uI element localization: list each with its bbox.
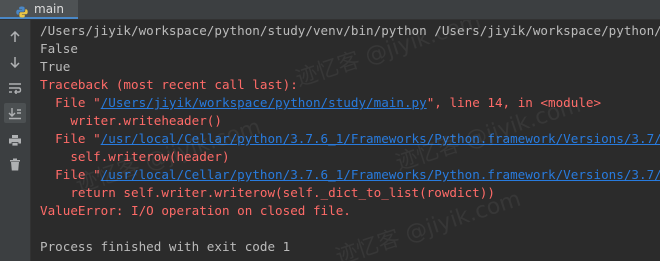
up-arrow-icon — [9, 31, 21, 43]
up-arrow-button[interactable] — [4, 27, 26, 47]
console-output[interactable]: /Users/jiyik/workspace/python/study/venv… — [31, 20, 660, 261]
down-arrow-button[interactable] — [4, 52, 26, 72]
soft-wrap-button[interactable] — [4, 78, 26, 98]
trash-icon — [9, 158, 21, 171]
run-tab-bar: main — [0, 0, 660, 20]
tab-main[interactable]: main — [0, 0, 78, 19]
run-toolbar — [0, 20, 31, 261]
traceback-frame: File "/usr/local/Cellar/python/3.7.6_1/F… — [40, 130, 660, 148]
source-file-link[interactable]: /usr/local/Cellar/python/3.7.6_1/Framewo… — [101, 131, 660, 146]
source-file-link[interactable]: /Users/jiyik/workspace/python/study/main… — [101, 95, 427, 110]
source-file-link[interactable]: /usr/local/Cellar/python/3.7.6_1/Framewo… — [101, 167, 660, 182]
traceback-code-line: self.writerow(header) — [40, 149, 230, 164]
console-line-command: /Users/jiyik/workspace/python/study/venv… — [40, 23, 660, 38]
scroll-to-end-icon — [8, 107, 22, 120]
down-arrow-icon — [9, 56, 21, 68]
frame-suffix: ", line 14, in <module> — [426, 95, 602, 110]
frame-prefix: File " — [40, 167, 101, 182]
soft-wrap-icon — [8, 82, 22, 94]
trash-button[interactable] — [4, 154, 26, 174]
traceback-frame: File "/Users/jiyik/workspace/python/stud… — [40, 94, 601, 112]
traceback-code-line: return self.writer.writerow(self._dict_t… — [40, 185, 495, 200]
print-icon — [8, 134, 22, 147]
error-message: ValueError: I/O operation on closed file… — [40, 203, 351, 218]
python-file-icon — [16, 3, 28, 17]
frame-prefix: File " — [40, 95, 101, 110]
scroll-to-end-button[interactable] — [4, 103, 26, 123]
console-line-stdout: False — [40, 41, 78, 56]
traceback-header: Traceback (most recent call last): — [40, 77, 298, 92]
print-button[interactable] — [4, 130, 26, 150]
run-tool-window: main /Users/jiyik/workspace/python/study… — [0, 0, 660, 261]
traceback-frame: File "/usr/local/Cellar/python/3.7.6_1/F… — [40, 166, 660, 184]
traceback-code-line: writer.writeheader() — [40, 113, 222, 128]
tab-label: main — [34, 1, 64, 16]
frame-prefix: File " — [40, 131, 101, 146]
console-line-stdout: True — [40, 59, 71, 74]
process-exit-message: Process finished with exit code 1 — [40, 239, 291, 254]
